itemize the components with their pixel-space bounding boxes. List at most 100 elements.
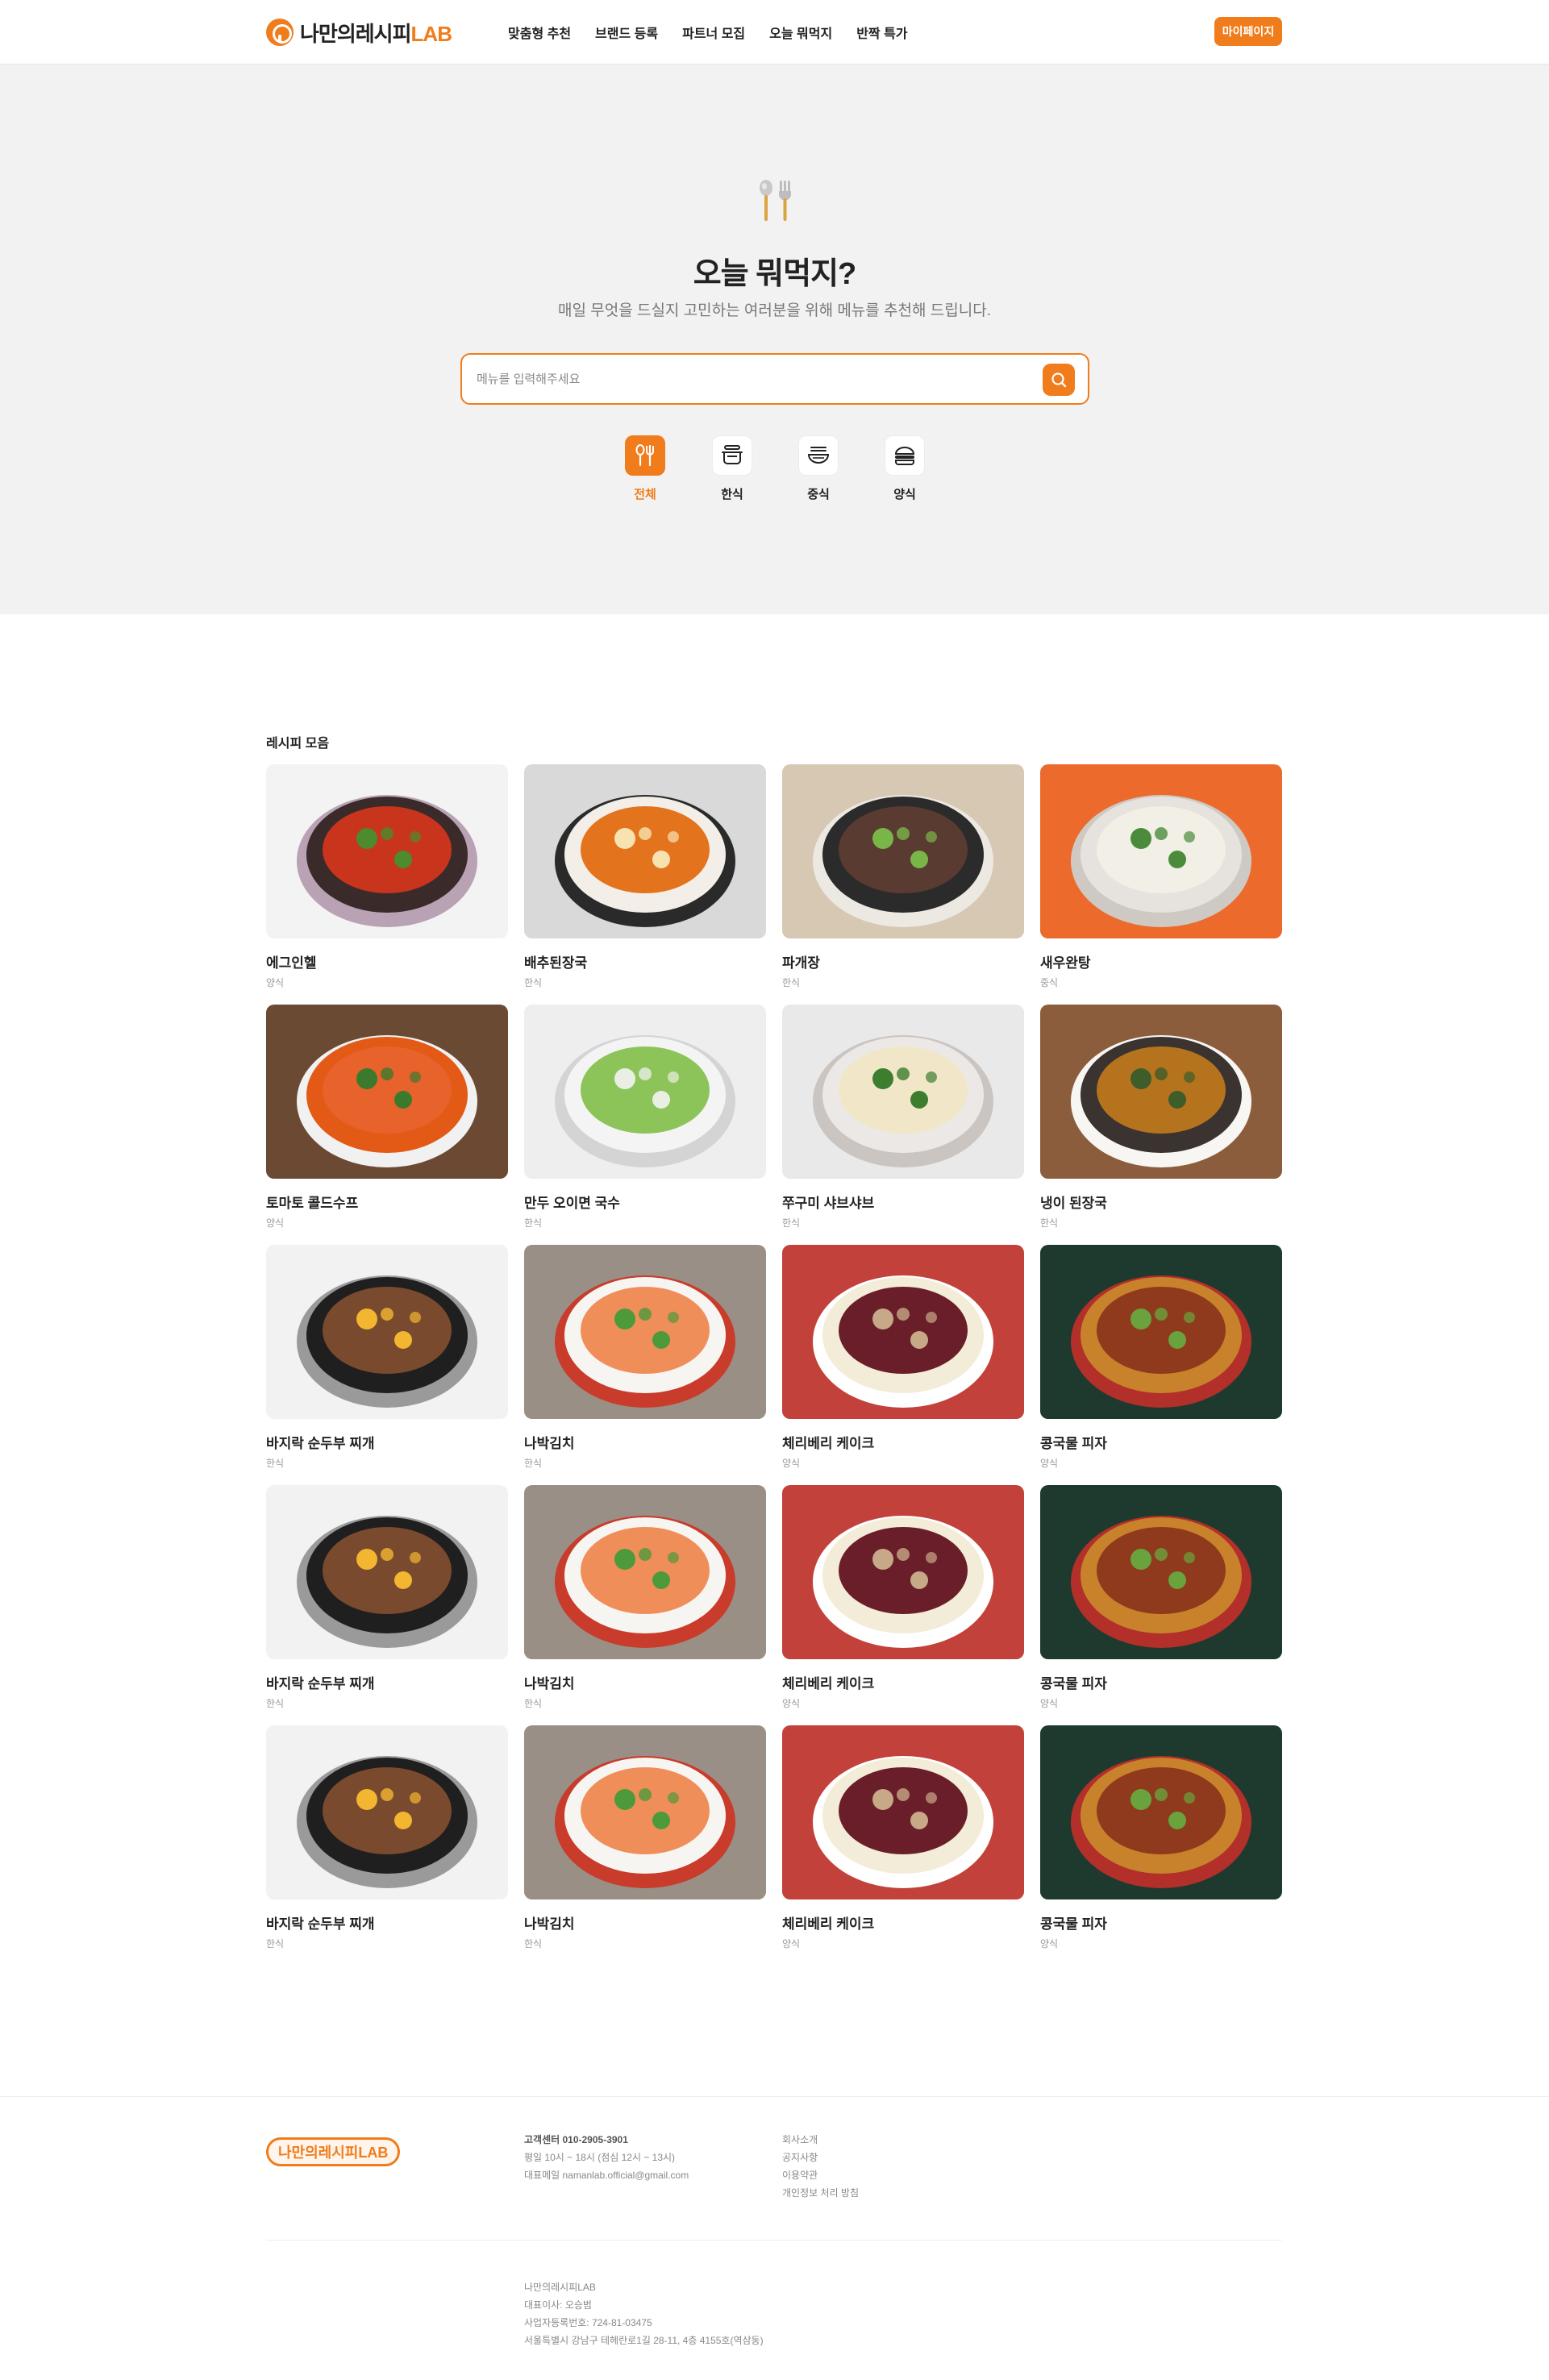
footer-ceo: 대표이사: 오승범 [524, 2299, 592, 2311]
recipe-name[interactable]: 토마토 콜드수프 [266, 1192, 358, 1212]
recipe-image[interactable] [266, 1725, 508, 1899]
recipe-image[interactable] [266, 1485, 508, 1659]
search-button[interactable] [1043, 364, 1075, 396]
recipe-name[interactable]: 쭈구미 샤브샤브 [782, 1192, 874, 1212]
nav-item-today[interactable]: 오늘 뭐먹지 [769, 23, 832, 42]
main-nav: 맞춤형 추천 브랜드 등록 파트너 모집 오늘 뭐먹지 반짝 특가 [508, 0, 908, 64]
recipe-category: 한식 [266, 1458, 285, 1469]
nav-item-brand[interactable]: 브랜드 등록 [595, 23, 658, 42]
recipe-name[interactable]: 콩국물 피자 [1040, 1912, 1107, 1933]
nav-item-partner[interactable]: 파트너 모집 [682, 23, 745, 42]
recipe-name[interactable]: 콩국물 피자 [1040, 1672, 1107, 1692]
recipe-card[interactable]: 파개장 한식 [782, 764, 1024, 998]
recipe-category: 한식 [524, 1217, 543, 1229]
category-label: 양식 [893, 488, 916, 501]
recipe-name[interactable]: 바지락 순두부 찌개 [266, 1672, 375, 1692]
recipe-name[interactable]: 에그인헬 [266, 951, 317, 972]
recipe-card[interactable]: 바지락 순두부 찌개한식 [266, 1245, 508, 1479]
recipe-image[interactable] [1040, 1005, 1282, 1179]
category-label: 중식 [807, 488, 830, 501]
recipe-category: 양식 [782, 1698, 801, 1709]
category-western[interactable]: 양식 [868, 435, 941, 502]
footer-link-privacy[interactable]: 개인정보 처리 방침 [782, 2184, 859, 2202]
recipe-image[interactable] [782, 1485, 1024, 1659]
recipe-category: 한식 [266, 1698, 285, 1709]
recipe-card[interactable]: 새우완탕 중식 [1040, 764, 1282, 998]
nav-item-deal[interactable]: 반짝 특가 [856, 23, 907, 42]
category-korean[interactable]: 한식 [696, 435, 768, 502]
footer-divider [266, 2240, 1282, 2241]
footer-logo[interactable]: 나만의레시피LAB [266, 2137, 401, 2166]
recipe-name[interactable]: 나박김치 [524, 1912, 575, 1933]
recipe-card[interactable]: 콩국물 피자 양식 [1040, 1485, 1282, 1719]
recipe-card[interactable]: 콩국물 피자 양식 [1040, 1245, 1282, 1479]
recipe-image[interactable] [1040, 1245, 1282, 1419]
site-header: 나만의레시피LAB 맞춤형 추천 브랜드 등록 파트너 모집 오늘 뭐먹지 반짝… [0, 0, 1549, 64]
recipe-image[interactable] [782, 1005, 1024, 1179]
recipe-image[interactable] [524, 1245, 766, 1419]
recipe-card[interactable]: 나박김치한식 [524, 1725, 766, 1959]
search-bar [460, 353, 1089, 405]
search-icon [1051, 372, 1067, 388]
footer-phone: 고객센터 010-2905-3901 [524, 2134, 628, 2145]
recipe-name[interactable]: 냉이 된장국 [1040, 1192, 1107, 1212]
recipe-card[interactable]: 체리베리 케이크양식 [782, 1485, 1024, 1719]
mypage-button[interactable]: 마이페이지 [1214, 17, 1282, 46]
recipe-image[interactable] [524, 764, 766, 938]
recipe-card[interactable]: 쭈구미 샤브샤브한식 [782, 1005, 1024, 1238]
search-input[interactable] [477, 366, 1025, 392]
recipe-image[interactable] [1040, 1725, 1282, 1899]
recipe-name[interactable]: 바지락 순두부 찌개 [266, 1432, 375, 1452]
recipe-card[interactable]: 냉이 된장국 한식 [1040, 1005, 1282, 1238]
recipe-card[interactable]: 배추된장국 한식 [524, 764, 766, 998]
recipe-name[interactable]: 파개장 [782, 951, 820, 972]
recipe-name[interactable]: 체리베리 케이크 [782, 1432, 874, 1452]
recipe-card[interactable]: 나박김치 한식 [524, 1245, 766, 1479]
recipe-card[interactable]: 나박김치 한식 [524, 1485, 766, 1719]
recipe-image[interactable] [524, 1725, 766, 1899]
recipe-card[interactable]: 에그인헬 양식 [266, 764, 508, 998]
recipe-category: 한식 [782, 1217, 801, 1229]
recipe-card[interactable]: 콩국물 피자 양식 [1040, 1725, 1282, 1959]
recipe-image[interactable] [266, 1245, 508, 1419]
category-chinese[interactable]: 중식 [782, 435, 855, 502]
recipe-name[interactable]: 배추된장국 [524, 951, 587, 972]
footer-business-number: 사업자등록번호: 724-81-03475 [524, 2317, 652, 2328]
recipe-image[interactable] [1040, 1485, 1282, 1659]
recipe-image[interactable] [266, 764, 508, 938]
site-logo[interactable]: 나만의레시피LAB [266, 16, 452, 48]
recipe-card[interactable]: 바지락 순두부 찌개 한식 [266, 1725, 508, 1959]
footer-link-about[interactable]: 회사소개 [782, 2131, 859, 2149]
recipe-category: 양식 [782, 1458, 801, 1469]
category-all[interactable]: 전체 [609, 435, 681, 502]
recipe-name[interactable]: 체리베리 케이크 [782, 1912, 874, 1933]
recipe-card[interactable]: 토마토 콜드수프 양식 [266, 1005, 508, 1238]
recipe-name[interactable]: 나박김치 [524, 1432, 575, 1452]
recipe-image[interactable] [524, 1005, 766, 1179]
logo-icon [266, 19, 294, 46]
recipe-image[interactable] [782, 1245, 1024, 1419]
footer-link-terms[interactable]: 이용약관 [782, 2166, 859, 2184]
recipe-name[interactable]: 만두 오이면 국수 [524, 1192, 620, 1212]
recipe-image[interactable] [266, 1005, 508, 1179]
recipe-image[interactable] [1040, 764, 1282, 938]
footer-address: 서울특별시 강남구 테헤란로1길 28-11, 4층 4155호(역삼동) [524, 2335, 764, 2346]
site-footer: 나만의레시피LAB 고객센터 010-2905-3901 평일 10시 ~ 18… [0, 2096, 1549, 2380]
recipe-name[interactable]: 나박김치 [524, 1672, 575, 1692]
footer-link-notice[interactable]: 공지사항 [782, 2149, 859, 2166]
recipe-category: 한식 [524, 1938, 543, 1949]
recipe-name[interactable]: 체리베리 케이크 [782, 1672, 874, 1692]
recipe-card[interactable]: 바지락 순두부 찌개한식 [266, 1485, 508, 1719]
recipe-image[interactable] [782, 1725, 1024, 1899]
recipe-card[interactable]: 만두 오이면 국수한식 [524, 1005, 766, 1238]
footer-email: 대표메일 namanlab.official@gmail.com [524, 2170, 689, 2181]
recipe-name[interactable]: 바지락 순두부 찌개 [266, 1912, 375, 1933]
recipe-name[interactable]: 새우완탕 [1040, 951, 1091, 972]
recipe-image[interactable] [524, 1485, 766, 1659]
recipe-card[interactable]: 체리베리 케이크양식 [782, 1245, 1024, 1479]
logo-text: 나만의레시피LAB [300, 21, 452, 46]
recipe-name[interactable]: 콩국물 피자 [1040, 1432, 1107, 1452]
recipe-card[interactable]: 체리베리 케이크 양식 [782, 1725, 1024, 1959]
nav-item-recommend[interactable]: 맞춤형 추천 [508, 23, 571, 42]
recipe-image[interactable] [782, 764, 1024, 938]
